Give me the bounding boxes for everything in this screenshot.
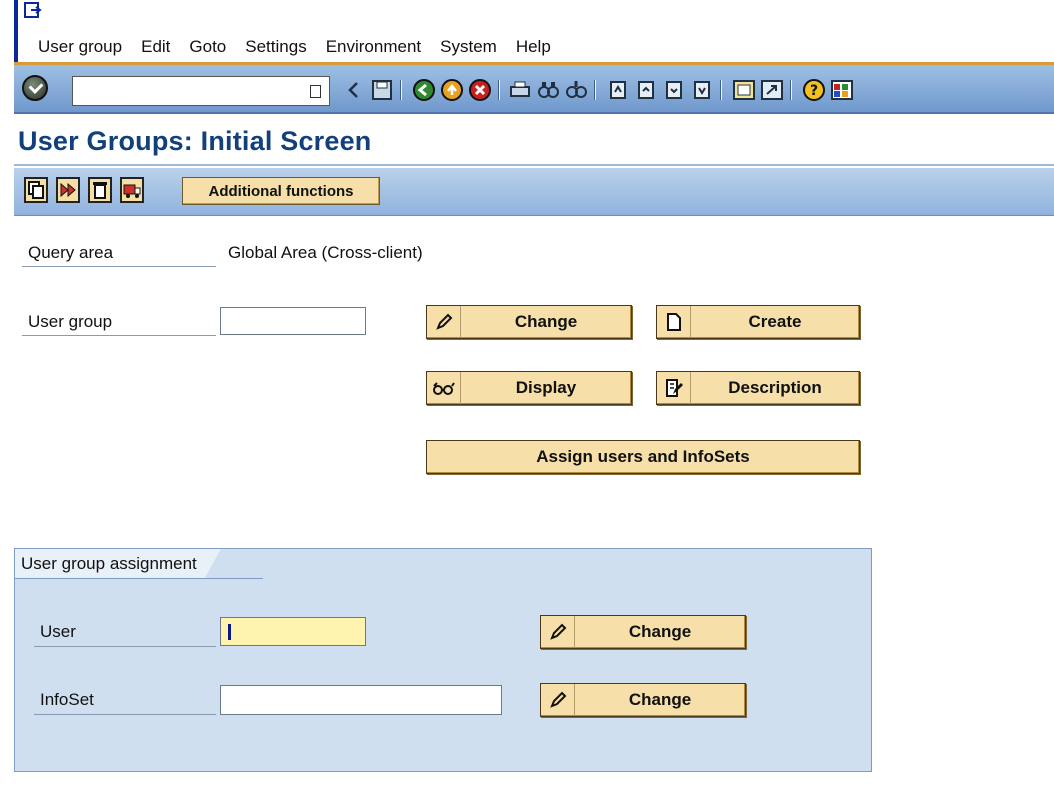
enter-check-icon[interactable]: [22, 75, 48, 101]
pencil-icon: [541, 616, 575, 648]
infoset-input[interactable]: [220, 685, 502, 715]
back-icon[interactable]: [412, 78, 436, 102]
page-title: User Groups: Initial Screen: [18, 126, 372, 156]
change-infoset-button[interactable]: Change: [540, 683, 746, 717]
menu-system[interactable]: System: [440, 37, 497, 57]
menu-help[interactable]: Help: [516, 37, 551, 57]
command-history-icon[interactable]: [310, 85, 321, 98]
title-divider: [14, 164, 1054, 166]
menu-environment[interactable]: Environment: [326, 37, 421, 57]
toolbar-separator: [594, 80, 596, 100]
layout-menu-icon[interactable]: [830, 78, 854, 102]
user-label: User: [40, 622, 76, 641]
help-icon[interactable]: ?: [802, 78, 826, 102]
description-button[interactable]: Description: [656, 371, 860, 405]
toolbar-separator: [400, 80, 402, 100]
pencil-icon: [427, 306, 461, 338]
last-page-icon[interactable]: [690, 78, 714, 102]
user-group-assignment-box: User group assignment: [14, 548, 872, 772]
change-button[interactable]: Change: [426, 305, 632, 339]
query-area-underline: [22, 266, 216, 267]
save-icon[interactable]: [370, 78, 394, 102]
user-group-underline: [22, 335, 216, 336]
copy-icon[interactable]: [24, 177, 48, 203]
command-field[interactable]: [72, 76, 330, 106]
delete-icon[interactable]: [88, 177, 112, 203]
change-user-button-label: Change: [628, 622, 692, 641]
back-arrow-icon[interactable]: [342, 78, 366, 102]
query-area-label: Query area: [28, 243, 114, 262]
group-box-title: User group assignment: [15, 549, 221, 579]
menu-user-group[interactable]: User group: [38, 37, 122, 57]
infoset-label: InfoSet: [40, 690, 94, 709]
create-button[interactable]: Create: [656, 305, 860, 339]
assign-users-infosets-label: Assign users and InfoSets: [536, 447, 750, 466]
change-button-label: Change: [514, 312, 578, 331]
user-group-input[interactable]: [220, 307, 366, 335]
application-toolbar: Additional functions: [14, 168, 1054, 216]
text-cursor: [228, 624, 231, 640]
print-icon[interactable]: [508, 78, 532, 102]
description-button-label: Description: [728, 378, 822, 397]
menu-items: User group Edit Goto Settings Environmen…: [38, 37, 570, 57]
menu-system-icon[interactable]: [24, 2, 42, 19]
user-underline: [34, 646, 216, 647]
exit-icon[interactable]: [440, 78, 464, 102]
menu-goto[interactable]: Goto: [189, 37, 226, 57]
pencil-icon: [541, 684, 575, 716]
display-button-label: Display: [515, 378, 577, 397]
menu-bar: User group Edit Goto Settings Environmen…: [14, 0, 1054, 62]
display-button[interactable]: Display: [426, 371, 632, 405]
standard-toolbar: ?: [14, 62, 1054, 114]
assign-users-infosets-button[interactable]: Assign users and InfoSets: [426, 440, 860, 474]
svg-text:?: ?: [810, 83, 818, 99]
toolbar-separator: [790, 80, 792, 100]
next-page-icon[interactable]: [662, 78, 686, 102]
new-session-icon[interactable]: [732, 78, 756, 102]
execute-icon[interactable]: [56, 177, 80, 203]
query-area-value: Global Area (Cross-client): [228, 243, 423, 262]
shortcut-icon[interactable]: [760, 78, 784, 102]
toolbar-separator: [720, 80, 722, 100]
new-document-icon: [657, 306, 691, 338]
create-button-label: Create: [748, 312, 802, 331]
edit-document-icon: [657, 372, 691, 404]
glasses-icon: [427, 372, 461, 404]
find-icon[interactable]: [536, 78, 560, 102]
menu-settings[interactable]: Settings: [245, 37, 306, 57]
infoset-underline: [34, 714, 216, 715]
first-page-icon[interactable]: [606, 78, 630, 102]
additional-functions-button[interactable]: Additional functions: [182, 177, 380, 205]
change-infoset-button-label: Change: [628, 690, 692, 709]
menu-edit[interactable]: Edit: [141, 37, 170, 57]
user-input[interactable]: [220, 617, 366, 646]
cancel-icon[interactable]: [468, 78, 492, 102]
transport-icon[interactable]: [120, 177, 144, 203]
find-next-icon[interactable]: [564, 78, 588, 102]
previous-page-icon[interactable]: [634, 78, 658, 102]
change-user-button[interactable]: Change: [540, 615, 746, 649]
toolbar-separator: [498, 80, 500, 100]
user-group-label: User group: [28, 312, 113, 331]
